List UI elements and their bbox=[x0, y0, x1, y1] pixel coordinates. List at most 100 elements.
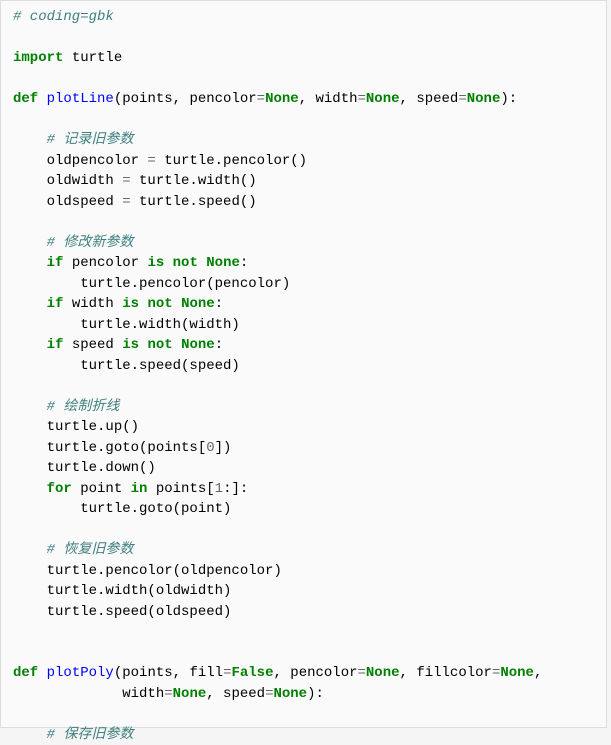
signature: (points, pencolor bbox=[114, 91, 257, 107]
code-line: # 修改新参数 bbox=[1, 233, 606, 254]
comment: # 记录旧参数 bbox=[47, 132, 134, 148]
operator: = bbox=[358, 91, 366, 107]
code-text: turtle.speed() bbox=[131, 194, 257, 210]
none-literal: None bbox=[467, 91, 501, 107]
code-line bbox=[1, 704, 606, 725]
number-literal: 0 bbox=[206, 440, 214, 456]
keyword-in: in bbox=[131, 481, 148, 497]
keyword-not: not bbox=[173, 255, 198, 271]
colon: : bbox=[215, 337, 223, 353]
code-text: point bbox=[72, 481, 131, 497]
keyword-import: import bbox=[13, 50, 63, 66]
code-text: turtle.pencolor(pencolor) bbox=[13, 276, 290, 292]
code-text: oldwidth bbox=[13, 173, 122, 189]
code-line bbox=[1, 212, 606, 233]
code-line bbox=[1, 376, 606, 397]
function-name: plotPoly bbox=[38, 665, 114, 681]
code-text: turtle.goto(points[ bbox=[13, 440, 206, 456]
operator: = bbox=[164, 686, 172, 702]
operator: = bbox=[458, 91, 466, 107]
code-line: turtle.speed(oldspeed) bbox=[1, 602, 606, 623]
keyword-if: if bbox=[47, 255, 64, 271]
code-text: turtle.pencolor() bbox=[156, 153, 307, 169]
code-line: width=None, speed=None): bbox=[1, 684, 606, 705]
code-block: # coding=gbk import turtle def plotLine(… bbox=[0, 0, 607, 728]
none-literal: None bbox=[173, 686, 207, 702]
number-literal: 1 bbox=[215, 481, 223, 497]
code-text: turtle.speed(oldspeed) bbox=[13, 604, 231, 620]
signature: , speed bbox=[206, 686, 265, 702]
comment: # coding=gbk bbox=[13, 9, 114, 25]
none-literal: None bbox=[366, 91, 400, 107]
keyword-not: not bbox=[147, 296, 172, 312]
code-text: turtle.width(oldwidth) bbox=[13, 583, 231, 599]
operator: = bbox=[147, 153, 155, 169]
code-line: if width is not None: bbox=[1, 294, 606, 315]
code-text: turtle.speed(speed) bbox=[13, 358, 240, 374]
keyword-is: is bbox=[122, 337, 139, 353]
comment: # 保存旧参数 bbox=[47, 727, 134, 743]
code-line: turtle.down() bbox=[1, 458, 606, 479]
code-text: turtle.width(width) bbox=[13, 317, 240, 333]
none-literal: None bbox=[273, 686, 307, 702]
function-name: plotLine bbox=[38, 91, 114, 107]
code-line: # coding=gbk bbox=[1, 7, 606, 28]
code-line bbox=[1, 69, 606, 90]
none-literal: None bbox=[500, 665, 534, 681]
code-line: for point in points[1:]: bbox=[1, 479, 606, 500]
comment: # 绘制折线 bbox=[47, 399, 120, 415]
signature: , bbox=[534, 665, 542, 681]
code-line: import turtle bbox=[1, 48, 606, 69]
code-line bbox=[1, 28, 606, 49]
operator: = bbox=[257, 91, 265, 107]
signature: , fillcolor bbox=[400, 665, 492, 681]
false-literal: False bbox=[231, 665, 273, 681]
comment: # 修改新参数 bbox=[47, 235, 134, 251]
keyword-def: def bbox=[13, 91, 38, 107]
code-text: oldspeed bbox=[13, 194, 122, 210]
none-literal: None bbox=[181, 296, 215, 312]
code-line: # 恢复旧参数 bbox=[1, 540, 606, 561]
keyword-if: if bbox=[47, 296, 64, 312]
code-line: # 保存旧参数 bbox=[1, 725, 606, 745]
code-text: speed bbox=[63, 337, 122, 353]
code-line: turtle.pencolor(pencolor) bbox=[1, 274, 606, 295]
none-literal: None bbox=[181, 337, 215, 353]
keyword-is: is bbox=[147, 255, 164, 271]
none-literal: None bbox=[265, 91, 299, 107]
code-line: turtle.width(oldwidth) bbox=[1, 581, 606, 602]
code-text: turtle.up() bbox=[13, 419, 139, 435]
code-line: turtle.goto(point) bbox=[1, 499, 606, 520]
keyword-for: for bbox=[47, 481, 72, 497]
code-line: # 绘制折线 bbox=[1, 397, 606, 418]
code-line: turtle.up() bbox=[1, 417, 606, 438]
operator: = bbox=[358, 665, 366, 681]
code-text: turtle.pencolor(oldpencolor) bbox=[13, 563, 282, 579]
signature: ): bbox=[500, 91, 517, 107]
code-line: oldwidth = turtle.width() bbox=[1, 171, 606, 192]
none-literal: None bbox=[366, 665, 400, 681]
code-text: turtle.goto(point) bbox=[13, 501, 231, 517]
code-line bbox=[1, 520, 606, 541]
colon: : bbox=[240, 255, 248, 271]
operator: = bbox=[122, 194, 130, 210]
code-text: turtle.width() bbox=[131, 173, 257, 189]
comment: # 恢复旧参数 bbox=[47, 542, 134, 558]
signature: , width bbox=[299, 91, 358, 107]
code-line: if pencolor is not None: bbox=[1, 253, 606, 274]
code-line: oldspeed = turtle.speed() bbox=[1, 192, 606, 213]
code-line bbox=[1, 643, 606, 664]
code-line: oldpencolor = turtle.pencolor() bbox=[1, 151, 606, 172]
none-literal: None bbox=[206, 255, 240, 271]
code-line: turtle.width(width) bbox=[1, 315, 606, 336]
code-line: def plotLine(points, pencolor=None, widt… bbox=[1, 89, 606, 110]
code-text: points[ bbox=[147, 481, 214, 497]
code-line bbox=[1, 110, 606, 131]
keyword-not: not bbox=[147, 337, 172, 353]
code-line: turtle.speed(speed) bbox=[1, 356, 606, 377]
code-line: if speed is not None: bbox=[1, 335, 606, 356]
code-line: # 记录旧参数 bbox=[1, 130, 606, 151]
code-text: turtle.down() bbox=[13, 460, 156, 476]
code-line: turtle.goto(points[0]) bbox=[1, 438, 606, 459]
code-line: def plotPoly(points, fill=False, pencolo… bbox=[1, 663, 606, 684]
